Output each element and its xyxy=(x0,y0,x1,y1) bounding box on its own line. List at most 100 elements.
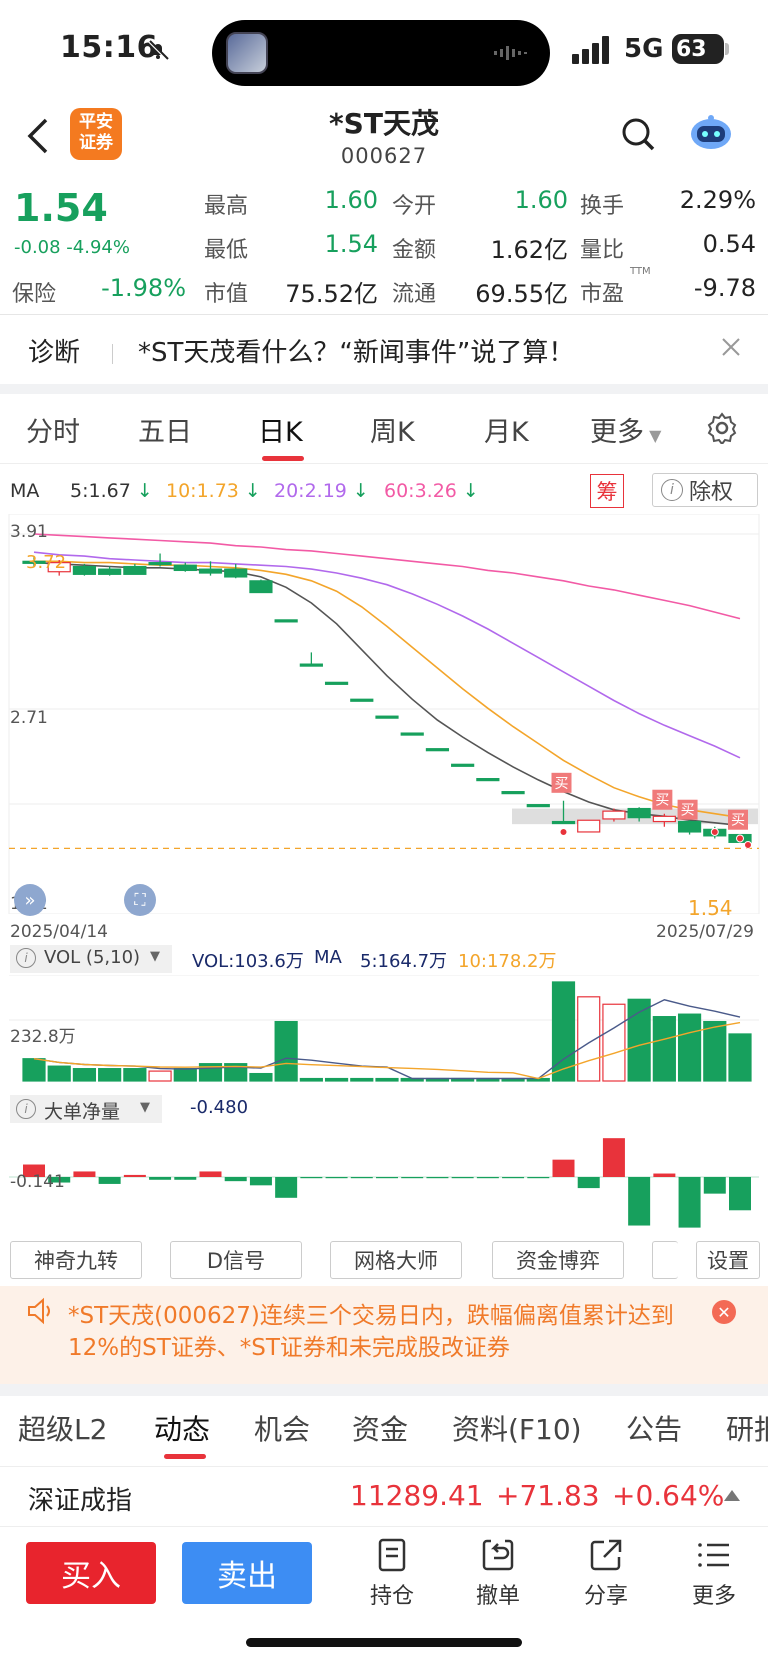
flow-bar xyxy=(199,1171,222,1177)
tab-five-day[interactable]: 五日 xyxy=(138,410,192,449)
tab-research-clip: 研报 xyxy=(726,1400,768,1450)
indicator-button[interactable]: 网格大师 xyxy=(330,1241,462,1279)
tab-daily-k[interactable]: 日K xyxy=(258,410,303,449)
diagnosis-text[interactable]: *ST天茂看什么？“新闻事件”说了算！ xyxy=(138,332,574,369)
kline-chart[interactable]: 买买买买 xyxy=(0,514,768,914)
buy-button[interactable]: 买入 xyxy=(26,1542,156,1604)
volume-bar xyxy=(324,1077,349,1082)
tab-weekly-k[interactable]: 周K xyxy=(370,410,415,449)
candle-body xyxy=(602,810,626,820)
volume-bar xyxy=(249,1072,273,1082)
volume-value: VOL:103.6万 xyxy=(192,951,304,972)
ma20-line xyxy=(33,551,741,759)
volume-bar xyxy=(299,1077,323,1082)
flow-selector-label: 大单净量 xyxy=(44,1101,121,1123)
date-end: 2025/07/29 xyxy=(656,922,754,942)
indicator-button[interactable]: D信号 xyxy=(170,1241,302,1279)
divider xyxy=(0,1466,768,1467)
index-change: +71.83 xyxy=(496,1479,600,1512)
candle-body xyxy=(425,748,450,752)
candle-body xyxy=(577,819,601,833)
tab-monthly-k[interactable]: 月K xyxy=(484,410,529,449)
dropdown-triangle-icon: ▼ xyxy=(644,426,662,445)
expand-up-icon[interactable] xyxy=(724,1490,740,1501)
volume-ma-title: MA xyxy=(314,947,342,968)
ma10-text: 10:1.73 xyxy=(166,480,239,502)
adjust-mode-button[interactable]: i 除权 xyxy=(652,473,758,507)
dropdown-triangle-icon: ▼ xyxy=(140,1100,150,1115)
flow-bar xyxy=(224,1177,247,1182)
share-button[interactable]: 分享 xyxy=(566,1536,646,1610)
tab-super-l2[interactable]: 超级L2 xyxy=(18,1408,107,1448)
index-name[interactable]: 深证成指 xyxy=(28,1480,132,1517)
sell-button[interactable]: 卖出 xyxy=(182,1542,312,1604)
tab-research[interactable]: 研报 xyxy=(726,1408,768,1448)
menu-icon xyxy=(698,1543,729,1567)
trade-dot xyxy=(559,827,568,836)
diagnosis-label[interactable]: 诊断 xyxy=(28,332,80,369)
close-icon[interactable] xyxy=(718,334,744,360)
chip-distribution-button[interactable]: 筹 xyxy=(590,474,624,508)
ma5-value: 5:1.67 ↓ xyxy=(70,480,153,502)
ai-assistant-icon[interactable] xyxy=(688,112,734,152)
indicator-button[interactable]: 神奇九转 xyxy=(10,1241,142,1279)
cancel-order-button[interactable]: 撤单 xyxy=(458,1536,538,1610)
stat-label: 市值 xyxy=(204,282,249,307)
tab-opportunity[interactable]: 机会 xyxy=(254,1408,310,1448)
divider xyxy=(112,344,113,364)
stock-code: 000627 xyxy=(340,144,428,168)
candle-body xyxy=(526,804,550,808)
back-arrow-icon[interactable] xyxy=(24,116,54,156)
indicator-button-partial[interactable] xyxy=(652,1241,678,1279)
stat-value: -9.78 xyxy=(693,274,756,302)
buy-tag-text: 买 xyxy=(681,803,695,819)
candle-body xyxy=(72,565,97,575)
stat-value: 1.54 xyxy=(324,230,378,258)
search-icon[interactable] xyxy=(620,116,656,152)
indicator-button[interactable]: 资金博弈 xyxy=(492,1241,624,1279)
more-button[interactable]: 更多 xyxy=(674,1536,754,1610)
date-start: 2025/04/14 xyxy=(10,922,108,942)
left-price-marker: 3.72 xyxy=(26,552,67,573)
notice-text[interactable]: *ST天茂(000627)连续三个交易日内，跌幅偏离值累计达到12%的ST证券、… xyxy=(68,1300,708,1364)
sector-change[interactable]: -1.98% xyxy=(90,274,186,302)
volume-bar xyxy=(375,1077,399,1082)
fullscreen-icon[interactable]: ⛶ xyxy=(124,884,156,916)
tab-capital[interactable]: 资金 xyxy=(352,1408,408,1448)
share-icon xyxy=(590,1539,622,1571)
ma60-line xyxy=(33,533,741,620)
flow-bar xyxy=(502,1177,525,1179)
expand-left-icon[interactable]: » xyxy=(14,884,46,916)
down-arrow-icon: ↓ xyxy=(346,480,369,502)
stat-label: 换手 xyxy=(580,194,625,219)
tab-more[interactable]: 更多 ▼ xyxy=(590,410,661,449)
flow-bar xyxy=(653,1173,676,1177)
net-flow-chart[interactable] xyxy=(0,1125,768,1237)
candle-body xyxy=(324,681,349,685)
volume-bar xyxy=(123,1068,147,1082)
volume-bar xyxy=(677,1013,702,1082)
more-label: 更多 xyxy=(691,1584,736,1609)
candle-body xyxy=(299,663,323,667)
ma20-value: 20:2.19 ↓ xyxy=(274,480,369,502)
volume-chart[interactable] xyxy=(0,975,768,1085)
indicator-settings-button[interactable]: 设置 xyxy=(696,1241,760,1279)
stat-label: 流通 xyxy=(392,282,437,307)
divider xyxy=(0,463,768,464)
volume-bar xyxy=(274,1020,298,1082)
candles xyxy=(22,553,752,843)
tab-news[interactable]: 动态 xyxy=(154,1408,210,1448)
flow-bar xyxy=(98,1177,121,1184)
tab-announcement[interactable]: 公告 xyxy=(626,1408,682,1448)
sector-label[interactable]: 保险 xyxy=(12,276,56,308)
flow-bar xyxy=(401,1177,424,1179)
active-tab-indicator xyxy=(262,456,304,461)
tab-intraday[interactable]: 分时 xyxy=(26,410,80,449)
position-button[interactable]: 持仓 xyxy=(352,1536,432,1610)
share-label: 分享 xyxy=(583,1584,628,1609)
chart-grid xyxy=(8,514,760,914)
close-icon[interactable]: ✕ xyxy=(712,1300,736,1324)
tab-f10[interactable]: 资料(F10) xyxy=(452,1408,582,1448)
flow-bar xyxy=(426,1177,449,1179)
gear-icon[interactable] xyxy=(706,412,738,444)
